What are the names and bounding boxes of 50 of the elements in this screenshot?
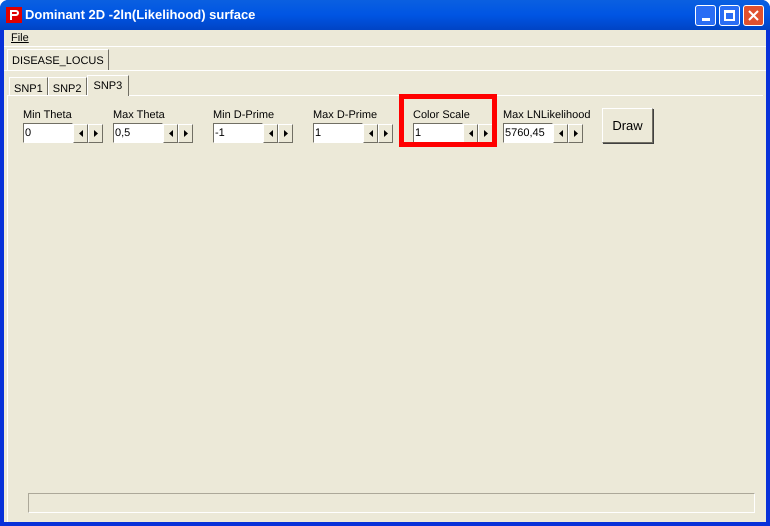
spin-left-button[interactable] — [363, 124, 378, 142]
minimize-icon — [702, 18, 710, 20]
close-icon — [748, 10, 759, 20]
number-field[interactable]: 0,5 — [113, 123, 163, 143]
number-field[interactable]: 1 — [313, 123, 363, 143]
right-arrow-icon — [484, 130, 488, 136]
number-field[interactable]: 0 — [23, 123, 73, 143]
spin-right-button[interactable] — [278, 124, 293, 142]
right-arrow-icon — [384, 130, 388, 136]
field-label: Color Scale — [413, 109, 471, 122]
number-field[interactable]: 1 — [413, 123, 463, 143]
spin-right-button[interactable] — [88, 124, 103, 142]
number-field[interactable]: 5760,45 — [503, 123, 553, 143]
field-label: Max LNLikelihood — [503, 109, 592, 122]
field-label: Max Theta — [113, 109, 166, 122]
left-arrow-icon — [78, 130, 82, 136]
right-arrow-icon — [94, 130, 98, 136]
field-label: Min Theta — [23, 109, 73, 122]
maximize-button[interactable] — [719, 4, 740, 26]
menu-item[interactable]: File — [10, 30, 30, 46]
right-arrow-icon — [284, 130, 288, 136]
minimize-button[interactable] — [695, 4, 716, 26]
spin-right-button[interactable] — [378, 124, 393, 142]
spin-right-button[interactable] — [178, 124, 193, 142]
spin-left-button[interactable] — [73, 124, 88, 142]
close-button[interactable] — [743, 4, 764, 26]
spin-right-button[interactable] — [478, 124, 493, 142]
spin-right-button[interactable] — [568, 124, 583, 142]
field-label: Min D-Prime — [213, 109, 276, 122]
left-arrow-icon — [368, 130, 372, 136]
left-arrow-icon — [268, 130, 272, 136]
left-arrow-icon — [558, 130, 562, 136]
tab[interactable]: SNP2 — [48, 77, 86, 95]
spin-left-button[interactable] — [463, 124, 478, 142]
number-field[interactable]: -1 — [213, 123, 263, 143]
app-icon — [6, 7, 22, 23]
left-arrow-icon — [468, 130, 472, 136]
field-label: Max D-Prime — [313, 109, 378, 122]
tab[interactable]: DISEASE_LOCUS — [7, 49, 109, 70]
tab[interactable]: SNP3 — [86, 75, 130, 96]
right-arrow-icon — [574, 130, 578, 136]
maximize-icon — [724, 10, 735, 20]
spin-left-button[interactable] — [263, 124, 278, 142]
window-title: Dominant 2D -2ln(Likelihood) surface — [25, 6, 256, 24]
spin-left-button[interactable] — [553, 124, 568, 142]
left-arrow-icon — [168, 130, 172, 136]
right-arrow-icon — [184, 130, 188, 136]
tab[interactable]: SNP1 — [9, 77, 48, 95]
draw-button[interactable]: Draw — [602, 108, 653, 143]
spin-left-button[interactable] — [163, 124, 178, 142]
